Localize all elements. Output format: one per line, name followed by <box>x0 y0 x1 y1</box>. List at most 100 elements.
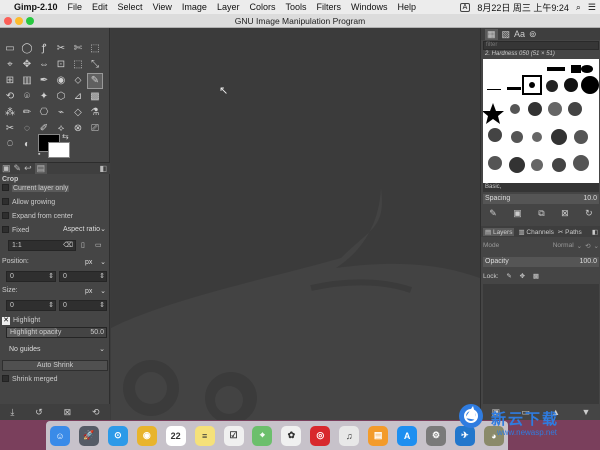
menubar-clock[interactable]: 8月22日 周三 上午9:24 <box>477 1 569 14</box>
menu-filters[interactable]: Filters <box>316 2 341 12</box>
brush-filter-input[interactable]: filter <box>483 41 599 50</box>
fixed-checkbox[interactable] <box>2 226 9 233</box>
image-canvas[interactable]: ↖ <box>111 28 480 420</box>
configure-tab-icon[interactable]: ◧ <box>99 164 107 173</box>
tool-button[interactable]: ⬡ <box>54 90 68 104</box>
tool-button[interactable]: ◯ <box>20 42 34 56</box>
reminders-icon[interactable]: ☑ <box>223 425 244 446</box>
app-store-icon[interactable]: A <box>397 425 418 446</box>
tab-brushes[interactable]: ▦ <box>485 28 498 40</box>
expand-from-center-option[interactable]: Expand from center <box>2 212 73 220</box>
size-width-input[interactable]: 0 ⇕ <box>6 300 56 311</box>
tool-button[interactable]: ꝭ <box>37 42 51 56</box>
search-icon[interactable]: ⌕ <box>576 2 581 13</box>
notification-center-icon[interactable]: ☰ <box>588 2 596 13</box>
configure-tab-icon[interactable]: ◧ <box>592 228 598 236</box>
tool-button[interactable]: ⍥ <box>3 138 17 152</box>
tool-button[interactable]: ◐ <box>20 138 34 152</box>
menu-colors[interactable]: Colors <box>249 2 275 12</box>
spin-arrows-icon[interactable]: ⇕ <box>48 272 54 281</box>
tool-button[interactable]: ◇ <box>71 106 85 120</box>
minimize-window-button[interactable] <box>15 17 23 25</box>
fixed-option[interactable]: Fixed <box>2 226 29 234</box>
auto-shrink-button[interactable]: Auto Shrink <box>2 360 108 371</box>
menu-windows[interactable]: Windows <box>351 2 388 12</box>
photos-icon[interactable]: ✿ <box>281 425 302 446</box>
menu-file[interactable]: File <box>68 2 83 12</box>
size-height-input[interactable]: 0 ⇕ <box>59 300 107 311</box>
allow-growing-checkbox[interactable] <box>2 198 9 205</box>
reset-options-icon[interactable]: ⟲ <box>92 407 100 418</box>
tool-button[interactable]: ▭ <box>3 42 17 56</box>
background-color-swatch[interactable] <box>48 142 70 158</box>
position-y-input[interactable]: 0 ⇕ <box>59 271 107 282</box>
ratio-input[interactable]: 1:1 ⌫ <box>8 240 76 251</box>
tool-button[interactable]: ◉ <box>54 74 68 88</box>
close-window-button[interactable] <box>4 17 12 25</box>
tool-button[interactable]: ⚗ <box>88 106 102 120</box>
landscape-icon[interactable]: ▭ <box>95 241 102 249</box>
lock-alpha-icon[interactable]: ▩ <box>533 273 539 280</box>
tool-button[interactable]: ✒ <box>37 74 51 88</box>
tool-button[interactable]: ✎ <box>87 73 103 89</box>
app-menu[interactable]: Gimp-2.10 <box>14 2 58 12</box>
size-unit-dropdown[interactable]: px ⌄ <box>82 286 108 297</box>
safari-icon[interactable]: ⊙ <box>107 425 128 446</box>
notes-icon[interactable]: ≡ <box>194 425 215 446</box>
zoom-window-button[interactable] <box>26 17 34 25</box>
reset-mode-icon[interactable]: ⟲ <box>585 242 590 250</box>
tool-button[interactable]: ⎚ <box>88 122 102 136</box>
tool-button[interactable]: ▥ <box>20 74 34 88</box>
highlight-option[interactable]: ✕ Highlight <box>2 317 40 325</box>
tab-channels[interactable]: ▥ Channels <box>518 228 553 236</box>
spacing-slider[interactable]: Spacing 10.0 <box>483 194 599 204</box>
spin-arrows-icon[interactable]: ⇕ <box>99 272 105 281</box>
tool-button[interactable]: ⤡ <box>88 58 102 72</box>
restore-options-icon[interactable]: ↺ <box>35 407 43 418</box>
clear-input-icon[interactable]: ⌫ <box>63 241 73 250</box>
tool-button[interactable]: ⊿ <box>71 90 85 104</box>
shrink-merged-option[interactable]: Shrink merged <box>2 375 58 383</box>
tool-button[interactable]: ⌁ <box>54 106 68 120</box>
tab-undo-history[interactable]: ↩ <box>24 163 32 174</box>
swap-colors-icon[interactable]: ⇆ <box>62 132 69 141</box>
tool-button[interactable]: ⊡ <box>54 58 68 72</box>
delete-options-icon[interactable]: ⊠ <box>64 407 72 418</box>
menu-select[interactable]: Select <box>118 2 143 12</box>
tool-button[interactable]: ⟲ <box>3 90 17 104</box>
calendar-icon[interactable]: 22 <box>165 425 186 446</box>
menu-view[interactable]: View <box>153 2 172 12</box>
menu-tools[interactable]: Tools <box>285 2 306 12</box>
tool-button[interactable]: ⬚ <box>71 58 85 72</box>
allow-growing-option[interactable]: Allow growing <box>2 198 55 206</box>
tab-fonts[interactable]: Aa <box>514 29 525 39</box>
spin-arrows-icon[interactable]: ⇕ <box>48 301 54 310</box>
tool-button[interactable]: ⌾ <box>20 90 34 104</box>
guides-dropdown[interactable]: No guides ⌄ <box>6 344 107 355</box>
tool-button[interactable]: ⬚ <box>88 42 102 56</box>
system-preferences-icon[interactable]: ⚙ <box>425 425 446 446</box>
menu-layer[interactable]: Layer <box>217 2 240 12</box>
reset-colors-icon[interactable]: ▪ <box>38 151 40 158</box>
tool-button[interactable]: ✂ <box>3 122 17 136</box>
save-options-icon[interactable]: ⤓ <box>10 407 14 418</box>
expand-from-center-checkbox[interactable] <box>2 212 9 219</box>
tab-paths[interactable]: ✂ Paths <box>558 228 582 236</box>
tool-button[interactable]: ✥ <box>20 58 34 72</box>
layers-list[interactable] <box>483 284 599 404</box>
tool-button[interactable]: ⁂ <box>3 106 17 120</box>
refresh-brushes-icon[interactable]: ↻ <box>585 208 593 220</box>
position-x-input[interactable]: 0 ⇕ <box>6 271 56 282</box>
layer-opacity-slider[interactable]: Opacity 100.0 <box>483 257 599 267</box>
input-source-icon[interactable]: A <box>459 2 471 12</box>
tab-patterns[interactable]: ▧ <box>502 29 511 40</box>
menu-help[interactable]: Help <box>398 2 417 12</box>
tool-button[interactable]: ⬦ <box>71 74 85 88</box>
tab-tool-options[interactable]: ▣ <box>2 163 11 174</box>
tab-images[interactable]: ▤ <box>34 163 48 174</box>
tool-button[interactable]: ✏ <box>20 106 34 120</box>
tool-button[interactable]: ▩ <box>88 90 102 104</box>
highlight-opacity-slider[interactable]: Highlight opacity 50.0 <box>6 327 107 338</box>
edit-brush-icon[interactable]: ✎ <box>489 208 497 220</box>
chrome-icon[interactable]: ◉ <box>136 425 157 446</box>
